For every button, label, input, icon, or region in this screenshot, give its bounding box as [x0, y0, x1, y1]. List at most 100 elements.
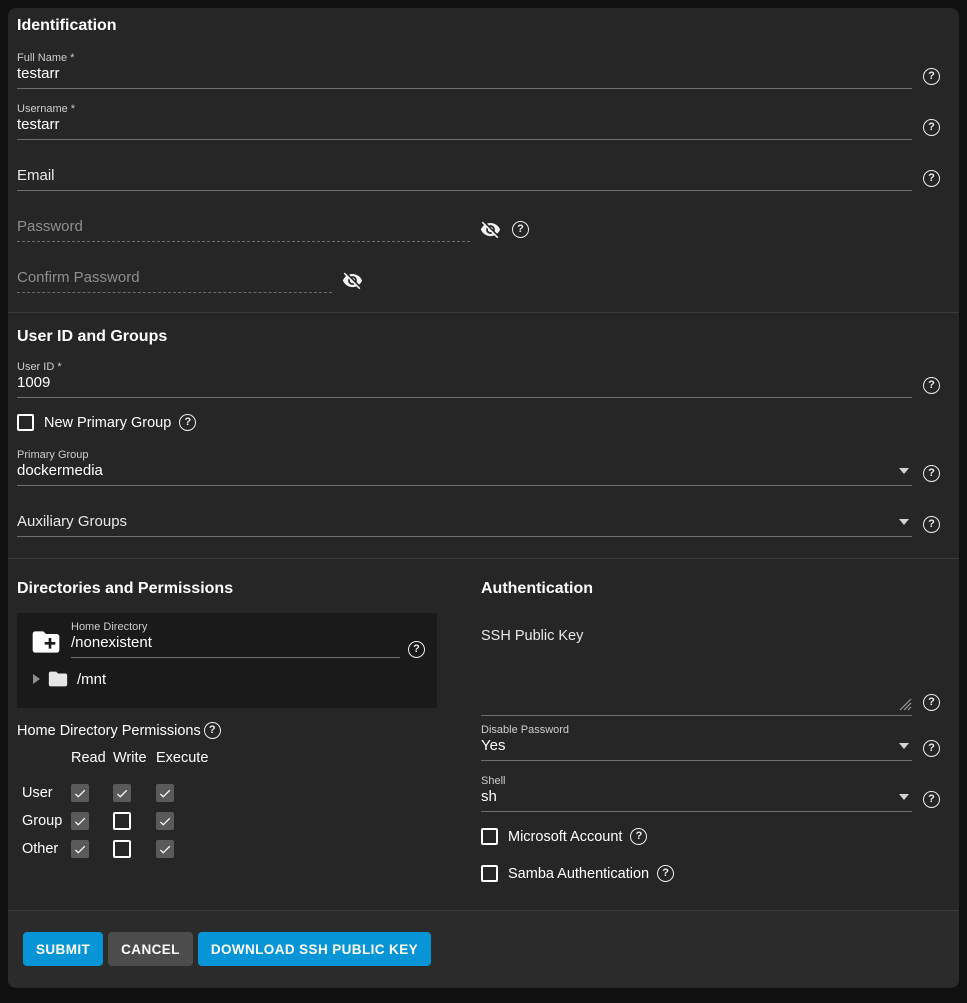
- user-id-value: 1009: [17, 374, 50, 391]
- primary-group-label: Primary Group: [17, 449, 912, 461]
- shell-value: sh: [481, 788, 497, 805]
- full-name-help-icon[interactable]: [923, 68, 940, 85]
- folder-plus-icon[interactable]: [30, 626, 62, 658]
- download-ssh-public-key-button[interactable]: DOWNLOAD SSH PUBLIC KEY: [198, 932, 431, 966]
- permissions-row-user: User: [17, 785, 71, 801]
- password-help-icon[interactable]: [512, 221, 529, 238]
- tree-item-label: /mnt: [77, 671, 106, 688]
- primary-group-field: Primary Group dockermedia: [17, 449, 940, 486]
- primary-group-value: dockermedia: [17, 462, 103, 479]
- ssh-public-key-label: SSH Public Key: [481, 629, 940, 643]
- user-form-card: Identification Full Name * testarr Usern…: [8, 8, 959, 988]
- password-input[interactable]: Password: [17, 219, 470, 242]
- tree-item-mnt[interactable]: /mnt: [30, 668, 425, 690]
- username-input[interactable]: Username * testarr: [17, 103, 912, 140]
- submit-button[interactable]: SUBMIT: [23, 932, 103, 966]
- full-name-value: testarr: [17, 65, 60, 82]
- email-input[interactable]: Email: [17, 168, 912, 191]
- new-primary-group-label: New Primary Group: [44, 415, 171, 431]
- new-primary-group-help-icon[interactable]: [179, 414, 196, 431]
- group-write-checkbox[interactable]: [113, 812, 131, 830]
- dropdown-arrow-icon[interactable]: [899, 743, 909, 749]
- other-read-checkbox[interactable]: [71, 840, 89, 858]
- home-directory-tree: Home Directory /nonexistent /mnt: [17, 613, 437, 708]
- full-name-label: Full Name *: [17, 52, 912, 64]
- email-field: Email: [17, 168, 940, 191]
- samba-authentication-help-icon[interactable]: [657, 865, 674, 882]
- samba-authentication-checkbox[interactable]: [481, 865, 498, 882]
- section-directories-authentication: Directories and Permissions Home Directo…: [8, 558, 959, 910]
- email-help-icon[interactable]: [923, 170, 940, 187]
- group-execute-checkbox[interactable]: [156, 812, 174, 830]
- shell-select[interactable]: Shell sh: [481, 775, 912, 812]
- microsoft-account-help-icon[interactable]: [630, 828, 647, 845]
- home-directory-permissions-help-icon[interactable]: [204, 722, 221, 739]
- confirm-password-placeholder: Confirm Password: [17, 269, 140, 286]
- auxiliary-groups-placeholder: Auxiliary Groups: [17, 513, 127, 530]
- username-value: testarr: [17, 116, 60, 133]
- shell-help-icon[interactable]: [923, 791, 940, 808]
- authentication-title: Authentication: [481, 581, 940, 597]
- directories-column: Directories and Permissions Home Directo…: [17, 581, 437, 882]
- shell-label: Shell: [481, 775, 912, 787]
- user-id-input[interactable]: User ID * 1009: [17, 361, 912, 398]
- dropdown-arrow-icon[interactable]: [899, 468, 909, 474]
- primary-group-help-icon[interactable]: [923, 465, 940, 482]
- permissions-row-group: Group: [17, 813, 71, 829]
- dropdown-arrow-icon[interactable]: [899, 519, 909, 525]
- password-visibility-toggle-icon[interactable]: [480, 219, 501, 240]
- disable-password-select[interactable]: Disable Password Yes: [481, 724, 912, 761]
- group-read-checkbox[interactable]: [71, 812, 89, 830]
- disable-password-label: Disable Password: [481, 724, 912, 736]
- auxiliary-groups-select[interactable]: Auxiliary Groups: [17, 514, 912, 537]
- identification-title: Identification: [17, 8, 940, 34]
- full-name-input[interactable]: Full Name * testarr: [17, 52, 912, 89]
- user-id-label: User ID *: [17, 361, 912, 373]
- other-execute-checkbox[interactable]: [156, 840, 174, 858]
- full-name-field: Full Name * testarr: [17, 52, 940, 89]
- user-execute-checkbox[interactable]: [156, 784, 174, 802]
- samba-authentication-row: Samba Authentication: [481, 865, 940, 882]
- directories-title: Directories and Permissions: [17, 581, 437, 597]
- resize-handle-icon[interactable]: [899, 698, 912, 711]
- home-directory-value: /nonexistent: [71, 634, 152, 651]
- confirm-password-visibility-toggle-icon[interactable]: [342, 270, 363, 291]
- home-directory-permissions-header: Home Directory Permissions: [17, 722, 437, 739]
- auxiliary-groups-help-icon[interactable]: [923, 516, 940, 533]
- home-directory-help-icon[interactable]: [408, 641, 425, 658]
- password-placeholder: Password: [17, 218, 83, 235]
- permissions-column-execute: Execute: [156, 750, 216, 780]
- permissions-row-other: Other: [17, 841, 71, 857]
- section-identification: Identification Full Name * testarr Usern…: [8, 8, 959, 312]
- microsoft-account-row: Microsoft Account: [481, 828, 940, 845]
- shell-field: Shell sh: [481, 775, 940, 812]
- user-id-help-icon[interactable]: [923, 377, 940, 394]
- confirm-password-field: Confirm Password: [17, 270, 940, 293]
- permissions-table: Read Write Execute User Group Other: [17, 751, 437, 863]
- user-id-field: User ID * 1009: [17, 361, 940, 398]
- other-write-checkbox[interactable]: [113, 840, 131, 858]
- ssh-public-key-textarea[interactable]: [481, 643, 912, 716]
- expand-caret-icon[interactable]: [33, 674, 40, 684]
- disable-password-field: Disable Password Yes: [481, 724, 940, 761]
- primary-group-select[interactable]: Primary Group dockermedia: [17, 449, 912, 486]
- authentication-column: Authentication SSH Public Key Disable Pa…: [481, 581, 940, 882]
- cancel-button[interactable]: CANCEL: [108, 932, 193, 966]
- password-field: Password: [17, 219, 940, 242]
- form-actions: SUBMIT CANCEL DOWNLOAD SSH PUBLIC KEY: [8, 910, 959, 987]
- home-directory-label: Home Directory: [71, 621, 400, 633]
- microsoft-account-label: Microsoft Account: [508, 829, 622, 845]
- microsoft-account-checkbox[interactable]: [481, 828, 498, 845]
- confirm-password-input[interactable]: Confirm Password: [17, 270, 332, 293]
- disable-password-help-icon[interactable]: [923, 740, 940, 757]
- user-read-checkbox[interactable]: [71, 784, 89, 802]
- samba-authentication-label: Samba Authentication: [508, 866, 649, 882]
- home-directory-input[interactable]: Home Directory /nonexistent: [71, 621, 400, 658]
- ssh-public-key-help-icon[interactable]: [923, 694, 940, 711]
- username-label: Username *: [17, 103, 912, 115]
- new-primary-group-checkbox[interactable]: [17, 414, 34, 431]
- dropdown-arrow-icon[interactable]: [899, 794, 909, 800]
- user-write-checkbox[interactable]: [113, 784, 131, 802]
- disable-password-value: Yes: [481, 737, 505, 754]
- username-help-icon[interactable]: [923, 119, 940, 136]
